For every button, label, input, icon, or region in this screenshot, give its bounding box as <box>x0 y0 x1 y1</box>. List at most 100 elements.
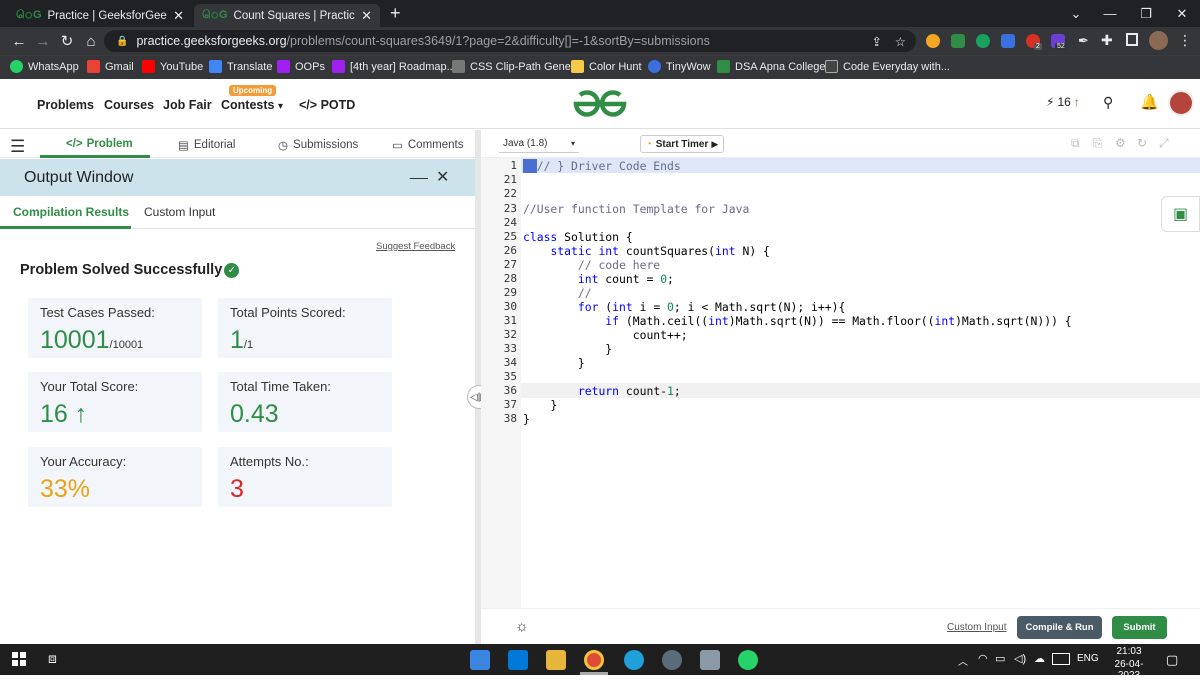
site-header: Problems Courses Job Fair Contests ▾ </>… <box>0 80 1200 129</box>
bookmark-star-icon[interactable]: ☆ <box>895 34 906 49</box>
file-explorer-icon[interactable] <box>546 650 566 670</box>
home-icon[interactable]: ⌂ <box>80 31 102 51</box>
bookmark-gmail[interactable]: Gmail <box>87 60 134 73</box>
bookmark-translate[interactable]: Translate <box>209 60 272 73</box>
keyboard-icon[interactable] <box>1052 653 1070 665</box>
lightbulb-icon[interactable]: ☼ <box>515 618 529 635</box>
share-icon[interactable]: ⇪ <box>872 34 882 49</box>
streak-counter[interactable]: ⚡ 16 ↑ <box>1046 95 1080 109</box>
restore-icon[interactable]: ❐ <box>1128 0 1164 27</box>
minimize-icon[interactable]: — <box>1092 0 1128 27</box>
browser-tab-practice[interactable]: ெG Practice | GeeksforGeeks | A com ✕ <box>8 4 192 27</box>
nav-job-fair[interactable]: Job Fair <box>163 98 212 112</box>
whatsapp-icon[interactable] <box>738 650 758 670</box>
code-editor[interactable]: ↔↔// } Driver Code Ends //User function … <box>521 158 1200 608</box>
extension-icon[interactable] <box>926 34 940 48</box>
bookmark-youtube[interactable]: YouTube <box>142 60 203 73</box>
card-label: Your Accuracy: <box>40 454 127 469</box>
nav-problems[interactable]: Problems <box>37 98 94 112</box>
battery-icon[interactable]: ▭ <box>995 652 1005 665</box>
suggest-feedback-link[interactable]: Suggest Feedback <box>376 241 455 252</box>
tab-custom-input[interactable]: Custom Input <box>144 205 215 219</box>
mail-icon[interactable] <box>470 650 490 670</box>
notification-bell-icon[interactable]: 🔔 <box>1140 93 1159 111</box>
wifi-icon[interactable]: ◠ <box>978 652 988 665</box>
card-value: 16 ↑ <box>40 400 87 429</box>
compile-run-button[interactable]: Compile & Run <box>1017 616 1102 639</box>
task-view-icon[interactable]: ⧈ <box>48 650 57 667</box>
side-panel-icon[interactable] <box>1126 33 1138 46</box>
chat-icon[interactable]: ▣ <box>1161 196 1200 232</box>
menu-kebab-icon[interactable]: ⋮ <box>1178 32 1192 49</box>
user-avatar[interactable] <box>1168 90 1194 116</box>
app-icon[interactable] <box>700 650 720 670</box>
hamburger-menu-icon[interactable]: ☰ <box>10 137 25 157</box>
nav-potd[interactable]: </> POTD <box>299 98 355 112</box>
clock[interactable]: 21:03 26-04-2023 <box>1104 646 1154 681</box>
tab-compilation-results[interactable]: Compilation Results <box>13 205 129 219</box>
bookmark-label: CSS Clip-Path Gene... <box>470 60 581 73</box>
notifications-icon[interactable]: ▢ <box>1166 652 1178 668</box>
submit-button[interactable]: Submit <box>1112 616 1167 639</box>
bookmark-whatsapp[interactable]: WhatsApp <box>10 60 79 73</box>
tab-problem[interactable]: </> Problem <box>66 138 133 150</box>
custom-input-link[interactable]: Custom Input <box>947 622 1006 633</box>
tab-editorial[interactable]: ▤ Editorial <box>178 138 235 152</box>
windows-start-icon[interactable] <box>12 652 26 666</box>
reset-icon[interactable]: ↻ <box>1137 136 1147 150</box>
bookmark-tinywow[interactable]: TinyWow <box>648 60 711 73</box>
close-panel-icon[interactable]: ✕ <box>436 167 449 187</box>
file-icon[interactable]: ⎘ <box>1093 136 1103 151</box>
bookmark-color-hunt[interactable]: Color Hunt <box>571 60 642 73</box>
bookmark-clip-path[interactable]: CSS Clip-Path Gene... <box>452 60 580 73</box>
new-tab-button[interactable]: + <box>390 3 401 24</box>
tab-title: Count Squares | Practice | Geeksf <box>233 9 356 22</box>
puzzle-extensions-icon[interactable]: ✚ <box>1101 32 1113 49</box>
bookmark-oops[interactable]: OOPs <box>277 60 325 73</box>
status-message: Problem Solved Successfully ✓ <box>20 262 240 278</box>
close-tab-icon[interactable]: ✕ <box>361 8 372 24</box>
cloud-icon[interactable]: ☁ <box>1034 652 1045 665</box>
gfg-logo[interactable] <box>572 89 628 119</box>
language-indicator[interactable]: ENG <box>1077 653 1099 664</box>
close-window-icon[interactable]: ✕ <box>1164 0 1200 27</box>
bookmark-dsa-apna-college[interactable]: DSA Apna College <box>717 60 826 73</box>
address-bar[interactable]: 🔒 practice.geeksforgeeks.org/problems/co… <box>104 30 916 52</box>
arrow-up-icon: ↑ <box>67 400 88 428</box>
profile-avatar[interactable] <box>1149 31 1168 50</box>
start-timer-button[interactable]: ◔ Start Timer ▶ <box>640 135 724 153</box>
tab-label: Editorial <box>193 139 236 151</box>
tab-search-icon[interactable]: ⌄ <box>1058 0 1094 27</box>
clock-icon: ◷ <box>278 140 289 152</box>
volume-icon[interactable]: ◁) <box>1014 652 1026 665</box>
notion-icon <box>825 60 838 73</box>
bookmark-roadmap[interactable]: [4th year] Roadmap... <box>332 60 456 73</box>
back-icon[interactable]: ← <box>8 31 30 51</box>
tab-submissions[interactable]: ◷ Submissions <box>278 138 358 152</box>
chrome-icon[interactable] <box>584 650 604 670</box>
settings-gear-icon[interactable]: ⚙ <box>1115 136 1126 150</box>
forward-icon[interactable]: → <box>32 31 54 51</box>
edge-icon[interactable] <box>624 650 644 670</box>
nav-courses[interactable]: Courses <box>104 98 154 112</box>
search-icon[interactable]: ⚲ <box>1103 94 1113 111</box>
extension-icon[interactable] <box>1001 34 1015 48</box>
reload-icon[interactable]: ↻ <box>56 31 78 51</box>
extension-icon[interactable]: ✒ <box>1078 33 1089 49</box>
store-icon[interactable] <box>508 650 528 670</box>
grammarly-icon[interactable] <box>976 34 990 48</box>
nav-contests[interactable]: Contests ▾ <box>221 98 283 112</box>
close-tab-icon[interactable]: ✕ <box>173 8 184 24</box>
language-select[interactable]: Java (1.8) ▾ <box>499 135 579 153</box>
browser-tab-count-squares[interactable]: ெG Count Squares | Practice | Geeksf ✕ <box>194 4 380 27</box>
tray-chevron-icon[interactable]: ︿ <box>958 653 968 668</box>
check-circle-icon: ✓ <box>224 262 240 278</box>
copy-icon[interactable]: ⧉ <box>1071 136 1080 151</box>
settings-gear-icon[interactable] <box>662 650 682 670</box>
extension-icon[interactable] <box>951 34 965 48</box>
bookmark-code-everyday[interactable]: Code Everyday with... <box>825 60 950 73</box>
tab-comments[interactable]: ▭ Comments <box>392 138 463 152</box>
minimize-panel-icon[interactable]: __ <box>410 163 428 181</box>
gfg-favicon: ெG <box>202 8 228 21</box>
fullscreen-icon[interactable]: ⤢ <box>1159 136 1169 151</box>
